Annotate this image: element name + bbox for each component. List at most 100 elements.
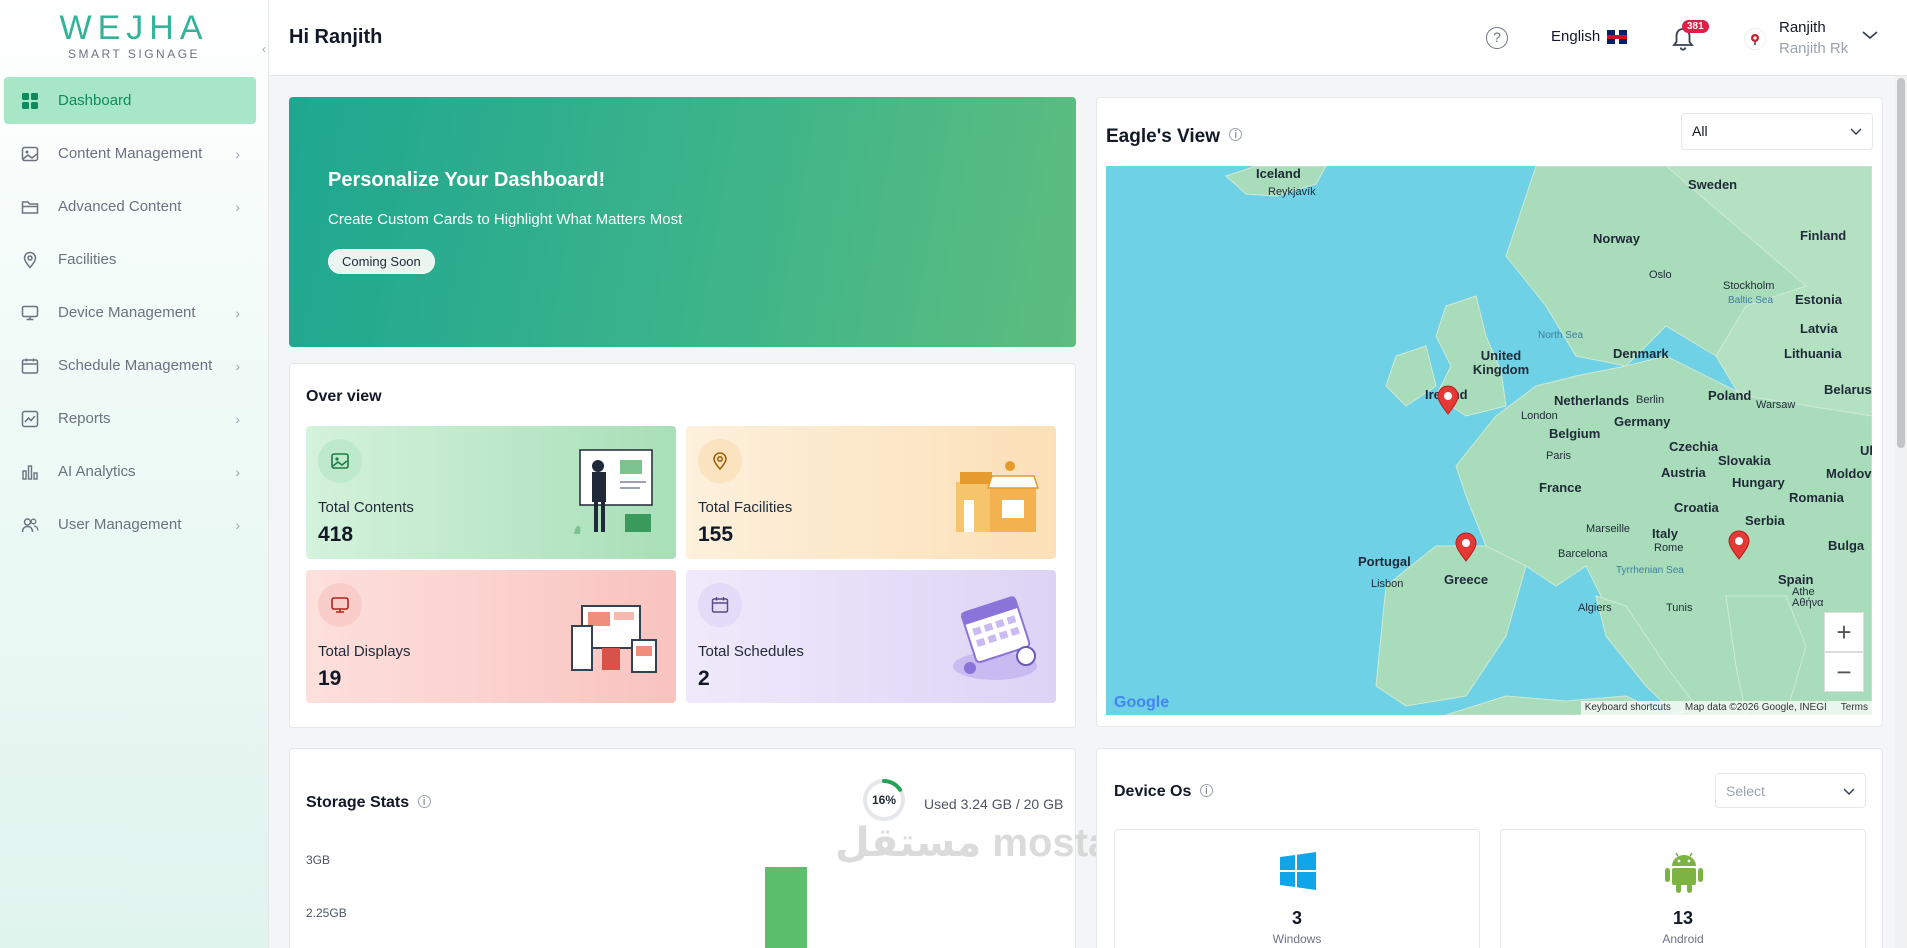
stat-total-schedules[interactable]: Total Schedules 2 [686, 570, 1056, 703]
user-name[interactable]: Ranjith [1779, 19, 1826, 36]
map-city-reykjavik: Reykjavík [1268, 186, 1316, 198]
google-logo: Google [1114, 694, 1169, 712]
calendar-illustration [953, 596, 1037, 680]
map-city-algiers: Algiers [1578, 602, 1612, 614]
map-city-barcelona: Barcelona [1558, 548, 1608, 560]
location-pin-icon [698, 439, 742, 483]
overview-card: Over view Total Contents 418 Total Facil… [289, 363, 1076, 728]
map-sea-tyrrhenian: Tyrrhenian Sea [1616, 565, 1684, 576]
map-label-sweden: Sweden [1688, 177, 1738, 192]
eagle-view-title-text: Eagle's View [1106, 126, 1221, 147]
stat-label: Total Facilities [698, 499, 793, 516]
os-card-android[interactable]: 13 Android [1500, 829, 1866, 948]
stat-total-contents[interactable]: Total Contents 418 [306, 426, 676, 559]
stat-label: Total Contents [318, 499, 414, 516]
map-footer: Keyboard shortcuts Map data ©2026 Google… [1580, 701, 1872, 715]
chevron-right-icon: › [235, 516, 240, 533]
sidebar-item-advanced-content[interactable]: Advanced Content › [4, 183, 256, 230]
map-label-moldova: Moldova [1826, 466, 1872, 481]
eagle-view-filter-select[interactable]: All [1681, 113, 1873, 150]
avatar[interactable] [1744, 28, 1766, 50]
sidebar-item-facilities[interactable]: Facilities [4, 236, 256, 283]
stat-total-facilities[interactable]: Total Facilities 155 [686, 426, 1056, 559]
europe-map[interactable]: Iceland Reykjavík Sweden Norway Finland … [1106, 166, 1872, 715]
map-marker-london[interactable] [1436, 385, 1460, 415]
top-header: Hi Ranjith ? English 381 Ranjith Ranjith… [269, 0, 1907, 76]
storage-percent: 16% [871, 793, 897, 807]
sidebar-item-dashboard[interactable]: Dashboard [4, 77, 256, 124]
map-label-croatia: Croatia [1674, 500, 1719, 515]
sidebar-item-label: AI Analytics [58, 463, 136, 480]
logo-subtitle: SMART SIGNAGE [67, 47, 201, 61]
sidebar-item-label: Content Management [58, 145, 203, 162]
map-label-greece: Spain [1778, 572, 1814, 587]
keyboard-shortcuts-link[interactable]: Keyboard shortcuts [1585, 702, 1671, 714]
map-label-belgium: Belgium [1549, 426, 1601, 441]
map-label-belarus: Belarus [1824, 382, 1872, 397]
storefront-illustration [956, 461, 1040, 532]
image-icon [318, 439, 362, 483]
sidebar-item-reports[interactable]: Reports › [4, 395, 256, 442]
help-icon[interactable]: ? [1486, 27, 1508, 49]
device-os-card: Device Os i Select 3 Windows 13 Android [1096, 748, 1883, 948]
eagle-view-card: Eagle's View i All Iceland Reykjavík Swe… [1096, 97, 1883, 727]
info-icon[interactable]: i [1199, 784, 1213, 797]
bar-chart-icon [20, 462, 40, 482]
stat-label: Total Displays [318, 643, 411, 660]
users-icon [20, 515, 40, 535]
map-label-portugal: Portugal [1358, 554, 1411, 569]
map-marker-spain[interactable] [1454, 532, 1478, 562]
map-city-oslo: Oslo [1649, 269, 1672, 281]
map-label-netherlands: Netherlands [1554, 393, 1630, 408]
sidebar-item-schedule-management[interactable]: Schedule Management › [4, 342, 256, 389]
chevron-right-icon: › [235, 357, 240, 374]
map-label-estonia: Estonia [1795, 292, 1842, 307]
os-count: 13 [1672, 908, 1694, 928]
language-label: English [1551, 28, 1601, 45]
map-label-spain: Greece [1444, 572, 1489, 587]
chevron-right-icon: › [235, 304, 240, 321]
stat-total-displays[interactable]: Total Displays 19 [306, 570, 676, 703]
chevron-down-icon[interactable] [1861, 28, 1879, 46]
presenter-illustration [574, 449, 653, 534]
sidebar-item-label: Schedule Management [58, 357, 213, 374]
info-icon[interactable]: i [1229, 128, 1243, 141]
scrollbar-thumb[interactable] [1897, 78, 1905, 448]
storage-bar [765, 867, 807, 948]
map-marker-balkans[interactable] [1727, 530, 1751, 560]
storage-used-text: Used 3.24 GB / 20 GB [924, 796, 1064, 812]
zoom-in-button[interactable]: + [1824, 612, 1864, 652]
device-os-title-text: Device Os [1114, 783, 1192, 800]
map-sea-north: North Sea [1538, 330, 1584, 341]
terms-link[interactable]: Terms [1841, 702, 1868, 714]
map-label-italy: Italy [1652, 526, 1679, 541]
map-label-denmark: Denmark [1613, 346, 1669, 361]
sidebar-item-ai-analytics[interactable]: AI Analytics › [4, 448, 256, 495]
sidebar-item-device-management[interactable]: Device Management › [4, 289, 256, 336]
map-city-athens-greek: Aθήνα [1792, 597, 1824, 609]
eagle-view-filter-value: All [1692, 123, 1708, 139]
zoom-out-button[interactable]: − [1824, 652, 1864, 692]
language-selector[interactable]: English [1551, 28, 1628, 45]
map-label-czechia: Czechia [1669, 439, 1719, 454]
device-os-select[interactable]: Select [1715, 773, 1866, 808]
page-greeting: Hi Ranjith [289, 26, 383, 48]
sidebar: WEJHA SMART SIGNAGE ‹ Dashboard Content … [0, 0, 269, 948]
folder-icon [20, 197, 40, 217]
chevron-down-icon [1850, 128, 1862, 136]
logo[interactable]: WEJHA SMART SIGNAGE [0, 0, 268, 68]
storage-stats-title-text: Storage Stats [306, 794, 410, 811]
grid-icon [20, 91, 40, 111]
android-icon [1665, 852, 1703, 893]
y-tick-label: 3GB [306, 853, 331, 867]
map-label-uk: Uk [1860, 443, 1872, 458]
map-label-united-kingdom: United Kingdom [1472, 348, 1530, 377]
map-label-romania: Romania [1789, 490, 1844, 505]
os-card-windows[interactable]: 3 Windows [1114, 829, 1480, 948]
sidebar-item-label: Device Management [58, 304, 196, 321]
sidebar-item-content-management[interactable]: Content Management › [4, 130, 256, 177]
info-icon[interactable]: i [417, 795, 431, 808]
map-label-norway: Norway [1593, 231, 1640, 246]
sidebar-item-user-management[interactable]: User Management › [4, 501, 256, 548]
logo-word: WEJHA [59, 9, 209, 47]
